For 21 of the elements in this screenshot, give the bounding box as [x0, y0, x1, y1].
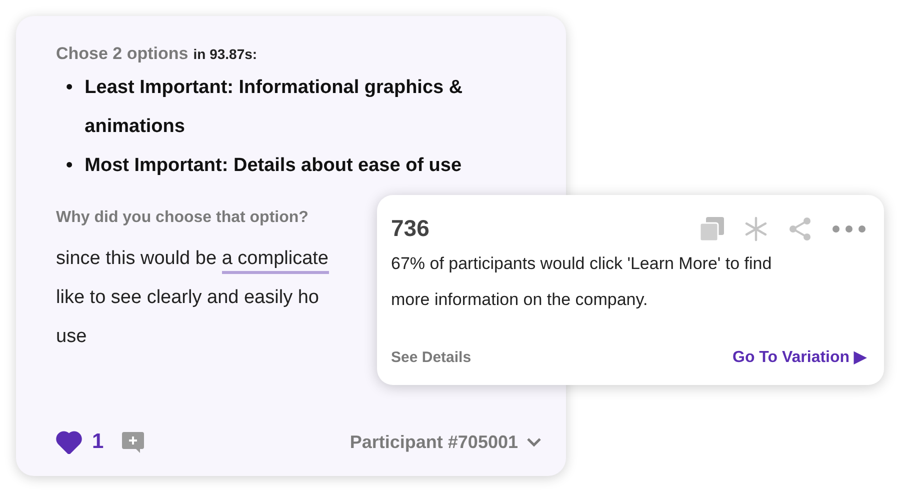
choice-item: Most Important: Details about ease of use [84, 154, 463, 178]
see-details-link[interactable]: See Details [391, 348, 472, 366]
asterisk-icon[interactable] [744, 216, 768, 242]
response-time: in 93.87s: [193, 46, 258, 62]
more-icon[interactable] [832, 224, 866, 232]
copy-icon[interactable] [700, 216, 724, 240]
answer-text: since this would be a complicate like to see clearly and easily ho use [56, 247, 328, 349]
insight-number: 736 [391, 215, 430, 242]
heart-icon[interactable] [56, 430, 82, 454]
like-count: 1 [92, 430, 104, 454]
choice-item: Least Important: Informational graphics & animations [84, 76, 464, 139]
share-icon[interactable] [788, 216, 812, 240]
add-comment-icon[interactable] [122, 432, 144, 452]
insight-text: 67% of participants would click 'Learn More' to find more information on the company. [391, 253, 773, 311]
participant-dropdown[interactable]: Participant #705001 [350, 432, 542, 452]
choice-summary: Chose 2 options [56, 44, 188, 64]
bullet: • [66, 154, 73, 178]
go-to-variation-link[interactable]: Go To Variation ▶ [732, 347, 866, 367]
chevron-down-icon [526, 437, 542, 447]
bullet: • [66, 76, 73, 100]
question-text: Why did you choose that option? [56, 209, 308, 227]
